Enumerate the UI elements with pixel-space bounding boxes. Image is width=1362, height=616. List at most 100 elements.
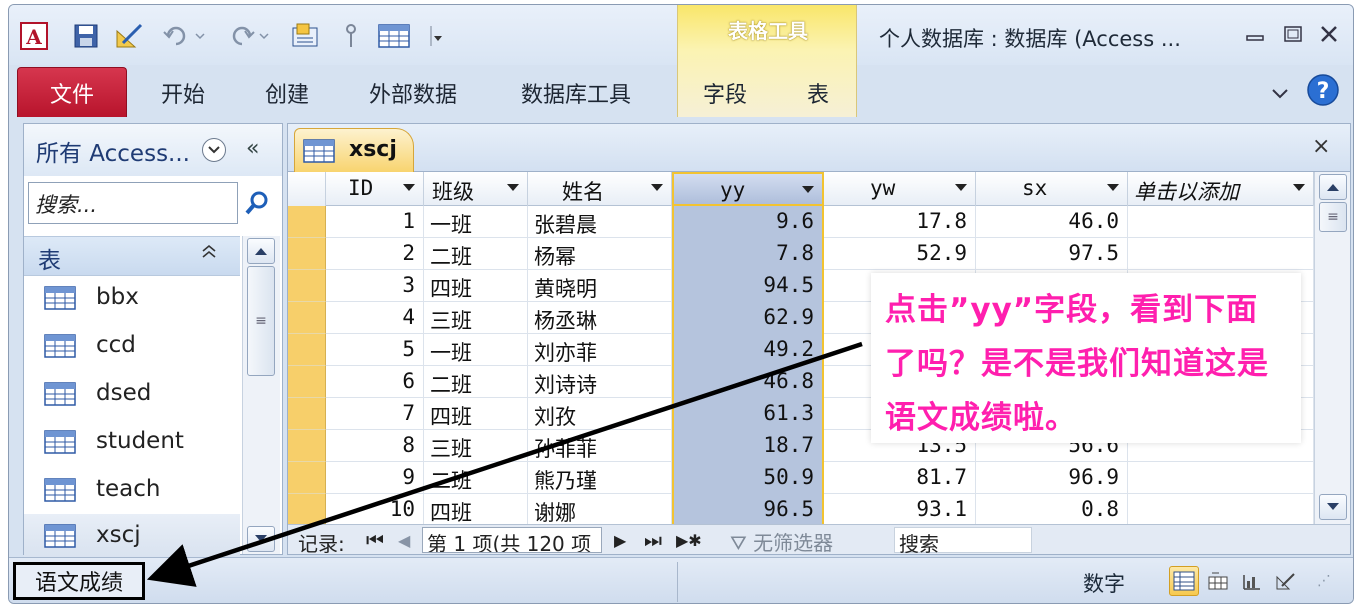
filter-indicator[interactable]: ⛛ 无筛选器 — [730, 527, 878, 555]
cell-id[interactable]: 2 — [326, 238, 424, 270]
tab-database-tools[interactable]: 数据库工具 — [521, 77, 631, 109]
cell-yw[interactable]: 17.8 — [824, 206, 976, 238]
nav-search-input[interactable]: 搜索... — [28, 182, 238, 224]
column-header-name[interactable]: 姓名 — [528, 172, 672, 206]
cell-yw[interactable]: 81.7 — [824, 462, 976, 494]
cell-class[interactable]: 二班 — [424, 462, 528, 494]
cell-name[interactable]: 刘孜 — [528, 398, 672, 430]
scroll-up-icon[interactable] — [247, 238, 275, 264]
cell-yy[interactable]: 50.9 — [672, 462, 824, 494]
cell-yy[interactable]: 18.7 — [672, 430, 824, 462]
scroll-thumb[interactable]: ≡ — [247, 266, 275, 376]
cell-class[interactable]: 一班 — [424, 334, 528, 366]
cell-yy[interactable]: 94.5 — [672, 270, 824, 302]
cell-name[interactable]: 孙菲菲 — [528, 430, 672, 462]
design-view-icon[interactable] — [1271, 566, 1301, 596]
record-selector[interactable] — [288, 494, 326, 524]
last-record-icon[interactable]: ⏭ — [644, 528, 662, 552]
cell-id[interactable]: 10 — [326, 494, 424, 524]
record-selector[interactable] — [288, 430, 326, 462]
close-icon[interactable]: × — [1312, 134, 1330, 159]
scroll-thumb[interactable]: ≡ — [1319, 202, 1347, 232]
cell-add[interactable] — [1128, 238, 1314, 270]
nav-item-bbx[interactable]: bbx — [24, 276, 240, 322]
cell-yy[interactable]: 9.6 — [672, 206, 824, 238]
nav-pane-title[interactable]: 所有 Access... — [36, 134, 190, 168]
cell-sx[interactable]: 97.5 — [976, 238, 1128, 270]
next-record-icon[interactable]: ▶ — [614, 531, 626, 550]
pin-icon[interactable] — [339, 21, 363, 51]
table-row[interactable]: 9 二班 熊乃瑾 50.9 81.7 96.9 — [288, 462, 1314, 494]
nav-scrollbar[interactable]: ≡ — [242, 236, 280, 554]
cell-class[interactable]: 二班 — [424, 238, 528, 270]
cell-yy[interactable]: 49.2 — [672, 334, 824, 366]
restore-icon[interactable] — [1279, 21, 1307, 47]
nav-item-student[interactable]: student — [24, 420, 240, 466]
tab-home[interactable]: 开始 — [161, 77, 205, 109]
cell-sx[interactable]: 96.9 — [976, 462, 1128, 494]
prev-record-icon[interactable]: ◀ — [398, 531, 410, 550]
column-header-sx[interactable]: sx — [976, 172, 1128, 206]
nav-pane-header[interactable]: 所有 Access... « — [24, 124, 282, 176]
scroll-down-icon[interactable] — [247, 526, 275, 552]
cell-id[interactable]: 9 — [326, 462, 424, 494]
record-selector[interactable] — [288, 206, 326, 238]
cell-id[interactable]: 1 — [326, 206, 424, 238]
view-icon[interactable] — [289, 21, 323, 51]
record-selector[interactable] — [288, 366, 326, 398]
group-toggle-icon[interactable] — [200, 243, 218, 264]
new-record-icon[interactable]: ▶✱ — [676, 531, 702, 550]
column-header-class[interactable]: 班级 — [424, 172, 528, 206]
cell-id[interactable]: 7 — [326, 398, 424, 430]
cell-yy[interactable]: 96.5 — [672, 494, 824, 524]
close-icon[interactable] — [1315, 21, 1343, 47]
customize-icon[interactable] — [425, 21, 447, 51]
pivotchart-icon[interactable] — [1237, 566, 1267, 596]
help-icon[interactable]: ? — [1305, 74, 1341, 106]
search-icon[interactable] — [242, 188, 272, 218]
chevron-down-icon[interactable] — [1267, 79, 1293, 109]
cell-yw[interactable]: 93.1 — [824, 494, 976, 524]
cell-class[interactable]: 四班 — [424, 270, 528, 302]
table-row[interactable]: 1 一班 张碧晨 9.6 17.8 46.0 — [288, 206, 1314, 238]
scroll-down-icon[interactable] — [1319, 494, 1347, 520]
cell-yy[interactable]: 61.3 — [672, 398, 824, 430]
cell-yy[interactable]: 46.8 — [672, 366, 824, 398]
nav-item-xscj[interactable]: xscj — [24, 514, 240, 560]
tab-fields[interactable]: 字段 — [703, 77, 747, 109]
cell-class[interactable]: 三班 — [424, 302, 528, 334]
cell-id[interactable]: 5 — [326, 334, 424, 366]
undo-icon[interactable] — [161, 21, 207, 51]
nav-item-dsed[interactable]: dsed — [24, 372, 240, 418]
cell-id[interactable]: 3 — [326, 270, 424, 302]
cell-class[interactable]: 三班 — [424, 430, 528, 462]
tab-file[interactable]: 文件 — [17, 67, 127, 117]
table-row[interactable]: 10 四班 谢娜 96.5 93.1 0.8 — [288, 494, 1314, 524]
current-record-input[interactable]: 第 1 项(共 120 项 — [422, 527, 602, 553]
redo-icon[interactable] — [225, 21, 271, 51]
cell-name[interactable]: 刘诗诗 — [528, 366, 672, 398]
document-tab-xscj[interactable]: xscj — [294, 128, 414, 172]
first-record-icon[interactable]: ⏮ — [366, 528, 384, 552]
record-selector[interactable] — [288, 270, 326, 302]
cell-name[interactable]: 张碧晨 — [528, 206, 672, 238]
design-icon[interactable] — [113, 21, 147, 51]
cell-sx[interactable]: 0.8 — [976, 494, 1128, 524]
cell-add[interactable] — [1128, 494, 1314, 524]
nav-item-ccd[interactable]: ccd — [24, 324, 240, 370]
cell-sx[interactable]: 46.0 — [976, 206, 1128, 238]
cell-name[interactable]: 熊乃瑾 — [528, 462, 672, 494]
record-selector[interactable] — [288, 302, 326, 334]
save-icon[interactable] — [71, 21, 101, 51]
record-search-input[interactable]: 搜索 — [894, 527, 1032, 556]
column-header-id[interactable]: ID — [326, 172, 424, 206]
cell-yy[interactable]: 7.8 — [672, 238, 824, 270]
tab-table[interactable]: 表 — [807, 77, 829, 109]
cell-name[interactable]: 杨幂 — [528, 238, 672, 270]
record-selector[interactable] — [288, 334, 326, 366]
record-selector[interactable] — [288, 398, 326, 430]
cell-class[interactable]: 四班 — [424, 398, 528, 430]
datasheet-scrollbar[interactable]: ≡ — [1314, 172, 1350, 524]
select-all-corner[interactable] — [288, 172, 326, 206]
nav-group-tables[interactable]: 表 — [24, 236, 240, 276]
